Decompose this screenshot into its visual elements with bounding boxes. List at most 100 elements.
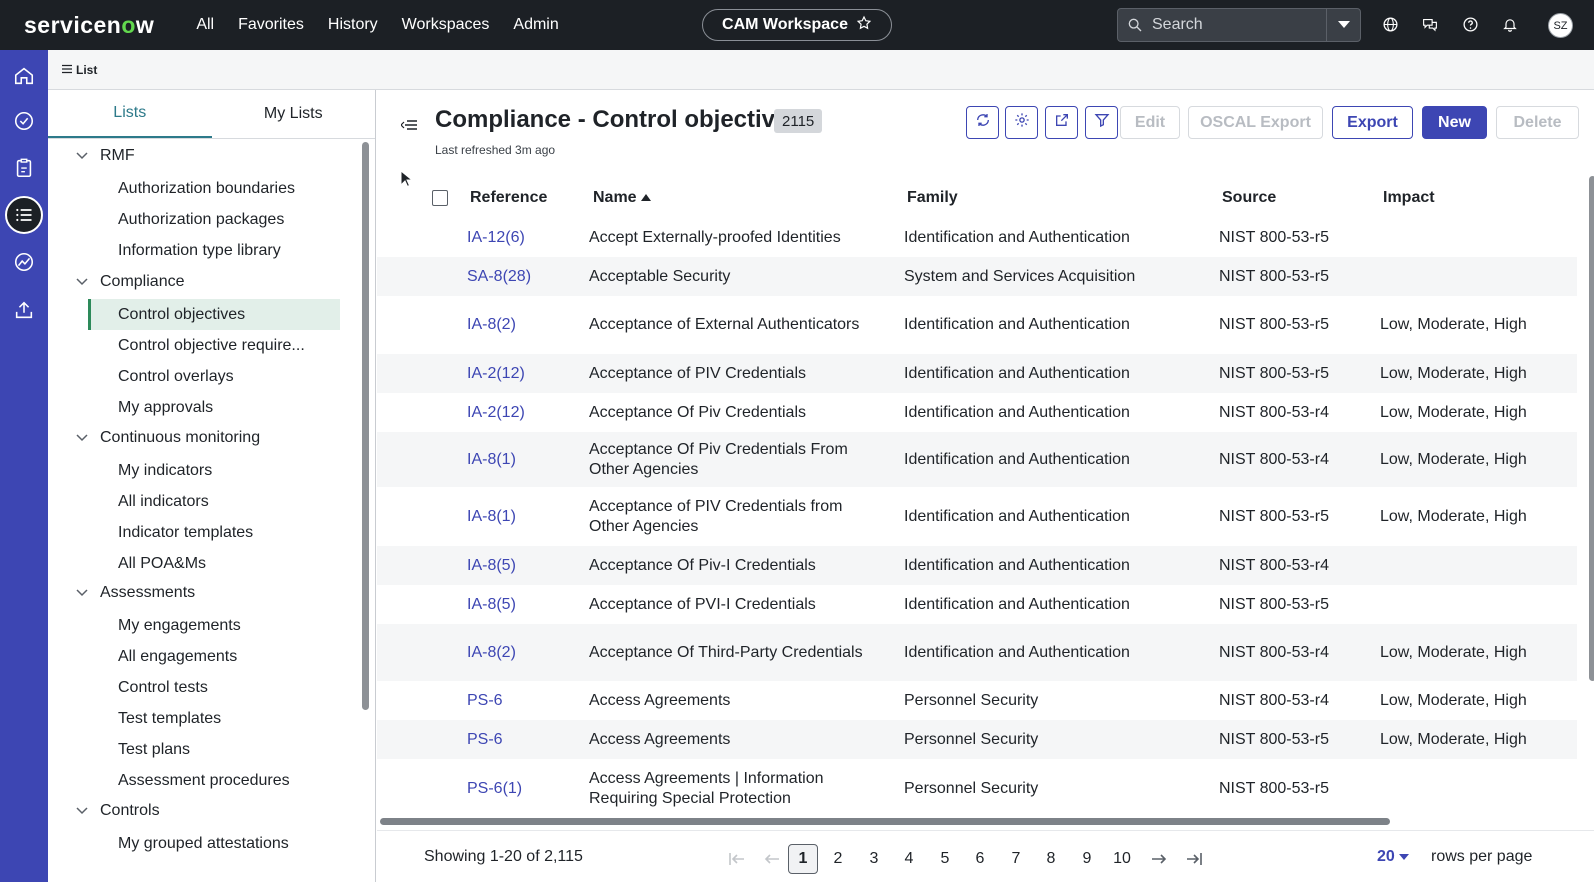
- tree-item[interactable]: Control tests: [88, 672, 340, 703]
- check-circle-icon[interactable]: [8, 105, 40, 137]
- home-icon[interactable]: [8, 60, 40, 92]
- table-row[interactable]: PS-6(1) Access Agreements | Information R…: [377, 759, 1577, 818]
- page-number[interactable]: 4: [894, 844, 924, 874]
- nav-favorites[interactable]: Favorites: [226, 16, 316, 34]
- side-panel-scrollbar[interactable]: [362, 142, 369, 710]
- tree-section[interactable]: Continuous monitoring: [76, 429, 260, 447]
- table-row[interactable]: IA-8(5) Acceptance Of Piv-I Credentials Id…: [377, 546, 1577, 585]
- tree-item[interactable]: My grouped attestations: [88, 828, 340, 859]
- reference-link[interactable]: IA-2(12): [467, 354, 525, 393]
- tab-my-lists[interactable]: My Lists: [212, 90, 376, 138]
- table-row[interactable]: PS-6 Access Agreements Personnel Security N…: [377, 681, 1577, 720]
- tree-item[interactable]: All indicators: [88, 486, 340, 517]
- bell-icon[interactable]: [1498, 12, 1522, 36]
- clipboard-icon[interactable]: [8, 152, 40, 184]
- reference-link[interactable]: PS-6: [467, 720, 503, 759]
- column-reference[interactable]: Reference: [470, 189, 547, 207]
- tree-item[interactable]: My indicators: [88, 455, 340, 486]
- table-row[interactable]: PS-6 Access Agreements Personnel Security N…: [377, 720, 1577, 759]
- global-search[interactable]: [1117, 8, 1361, 42]
- table-row[interactable]: IA-2(12) Acceptance of PIV Credentials Ide…: [377, 354, 1577, 393]
- tree-item[interactable]: Control objectives: [88, 299, 340, 330]
- column-impact[interactable]: Impact: [1383, 189, 1435, 207]
- nav-workspaces[interactable]: Workspaces: [390, 16, 502, 34]
- table-row[interactable]: IA-8(2) Acceptance of External Authentica…: [377, 296, 1577, 354]
- table-row[interactable]: IA-12(6) Accept Externally-proofed Identi…: [377, 218, 1577, 257]
- reference-link[interactable]: IA-12(6): [467, 218, 525, 257]
- chevron-down-icon[interactable]: [76, 434, 92, 442]
- tree-item[interactable]: Indicator templates: [88, 517, 340, 548]
- filter-button[interactable]: [1085, 106, 1118, 139]
- chevron-down-icon[interactable]: [1326, 9, 1360, 41]
- table-row[interactable]: IA-8(5) Acceptance of PVI-I Credentials Id…: [377, 585, 1577, 624]
- delete-button[interactable]: Delete: [1496, 106, 1579, 139]
- reference-link[interactable]: IA-2(12): [467, 393, 525, 432]
- page-number[interactable]: 5: [930, 844, 960, 874]
- tree-item[interactable]: Test plans: [88, 734, 340, 765]
- reference-link[interactable]: PS-6: [467, 681, 503, 720]
- table-row[interactable]: IA-8(1) Acceptance of PIV Credentials fro…: [377, 487, 1577, 546]
- vertical-scrollbar[interactable]: [1589, 176, 1594, 681]
- star-icon[interactable]: [856, 15, 872, 36]
- globe-icon[interactable]: [1378, 12, 1402, 36]
- tree-item[interactable]: Authorization packages: [88, 204, 340, 235]
- page-number[interactable]: 9: [1072, 844, 1102, 874]
- tree-section[interactable]: Controls: [76, 802, 160, 820]
- list-icon[interactable]: [5, 196, 43, 234]
- servicenow-logo[interactable]: servicenow: [24, 12, 154, 39]
- last-page-icon[interactable]: [1179, 844, 1209, 874]
- chevron-down-icon[interactable]: [76, 152, 92, 160]
- tree-item[interactable]: Control objective require...: [88, 330, 340, 361]
- oscal-export-button[interactable]: OSCAL Export: [1188, 106, 1323, 139]
- table-row[interactable]: SA-8(28) Acceptable Security System and Se…: [377, 257, 1577, 296]
- page-number[interactable]: 10: [1107, 844, 1137, 874]
- analytics-icon[interactable]: [8, 246, 40, 278]
- reference-link[interactable]: IA-8(5): [467, 546, 516, 585]
- column-source[interactable]: Source: [1222, 189, 1276, 207]
- reference-link[interactable]: IA-8(5): [467, 585, 516, 624]
- rows-per-page-select[interactable]: 20: [1377, 848, 1409, 866]
- page-number[interactable]: 2: [823, 844, 853, 874]
- page-number[interactable]: 1: [788, 844, 818, 874]
- table-row[interactable]: IA-8(1) Acceptance Of Piv Credentials Fro…: [377, 432, 1577, 487]
- tab-list[interactable]: List: [62, 63, 97, 77]
- tree-item[interactable]: All engagements: [88, 641, 340, 672]
- settings-button[interactable]: [1005, 106, 1038, 139]
- tree-item[interactable]: Test templates: [88, 703, 340, 734]
- chevron-down-icon[interactable]: [76, 589, 92, 597]
- tab-lists[interactable]: Lists: [48, 90, 212, 138]
- help-icon[interactable]: [1458, 12, 1482, 36]
- tree-section[interactable]: Compliance: [76, 273, 184, 291]
- share-button[interactable]: [1045, 106, 1078, 139]
- tree-section[interactable]: Assessments: [76, 584, 195, 602]
- refresh-button[interactable]: [966, 106, 999, 139]
- reference-link[interactable]: IA-8(2): [467, 624, 516, 681]
- chat-icon[interactable]: [1418, 12, 1442, 36]
- tree-item[interactable]: Information type library: [88, 235, 340, 266]
- collapse-panel-icon[interactable]: [400, 118, 417, 136]
- page-number[interactable]: 7: [1001, 844, 1031, 874]
- horizontal-scrollbar[interactable]: [377, 818, 1577, 826]
- reference-link[interactable]: IA-8(1): [467, 487, 516, 546]
- column-family[interactable]: Family: [907, 189, 958, 207]
- workspace-button[interactable]: CAM Workspace: [702, 9, 892, 41]
- tree-item[interactable]: Assessment procedures: [88, 765, 340, 796]
- reference-link[interactable]: IA-8(1): [467, 432, 516, 487]
- tree-section[interactable]: RMF: [76, 147, 135, 165]
- table-row[interactable]: IA-8(2) Acceptance Of Third-Party Credent…: [377, 624, 1577, 681]
- page-number[interactable]: 8: [1036, 844, 1066, 874]
- select-all-checkbox[interactable]: [432, 190, 448, 206]
- search-input[interactable]: [1152, 16, 1312, 34]
- reference-link[interactable]: PS-6(1): [467, 759, 522, 818]
- page-number[interactable]: 3: [859, 844, 889, 874]
- new-button[interactable]: New: [1422, 106, 1487, 139]
- chevron-down-icon[interactable]: [76, 278, 92, 286]
- prev-page-icon[interactable]: [757, 844, 787, 874]
- nav-all[interactable]: All: [184, 16, 226, 34]
- chevron-down-icon[interactable]: [76, 807, 92, 815]
- reference-link[interactable]: IA-8(2): [467, 296, 516, 354]
- tree-item[interactable]: Control overlays: [88, 361, 340, 392]
- first-page-icon[interactable]: [722, 844, 752, 874]
- reference-link[interactable]: SA-8(28): [467, 257, 531, 296]
- table-row[interactable]: IA-2(12) Acceptance Of Piv Credentials Ide…: [377, 393, 1577, 432]
